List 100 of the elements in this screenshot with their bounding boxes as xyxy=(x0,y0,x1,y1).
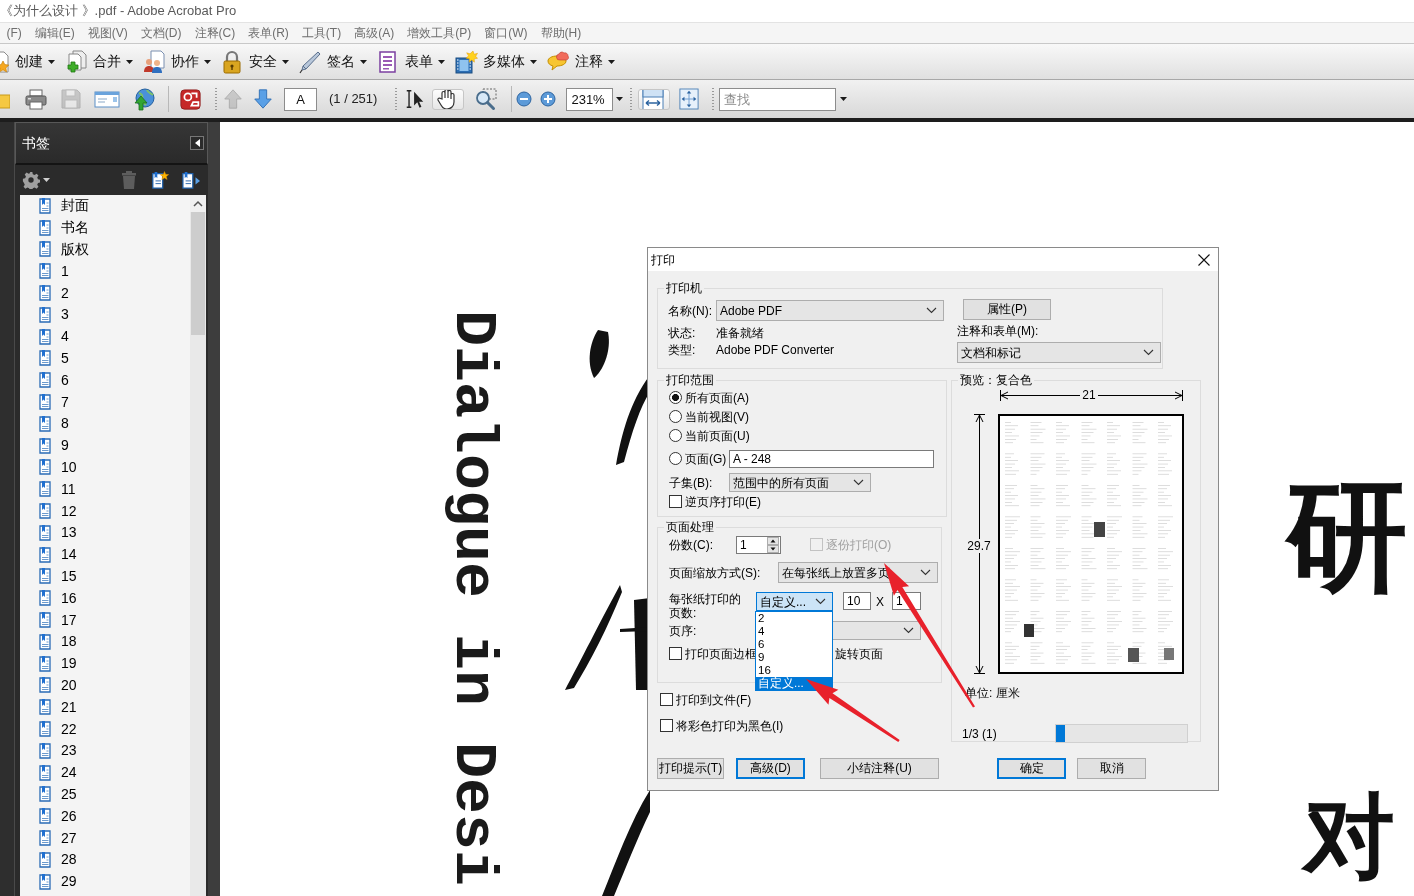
dropdown-option[interactable]: 2 xyxy=(756,612,832,625)
printer-select[interactable]: Adobe PDF xyxy=(716,300,944,321)
subset-select[interactable]: 范围中的所有页面 xyxy=(729,473,871,492)
bookmark-item[interactable]: 17 xyxy=(20,609,190,631)
bookmark-item[interactable]: 9 xyxy=(20,434,190,457)
bookmark-page-icon xyxy=(39,721,51,737)
radio-option[interactable]: 页面(G) xyxy=(669,449,729,468)
collaborate-menu-button[interactable]: 协作 xyxy=(142,46,211,77)
bookmark-item[interactable]: 3 xyxy=(20,304,190,326)
dropdown-option[interactable]: 9 xyxy=(756,651,832,664)
bookmark-item[interactable]: 4 xyxy=(20,325,190,348)
bookmark-item[interactable]: 16 xyxy=(20,587,190,610)
fit-width-button[interactable] xyxy=(638,88,671,110)
bookmark-item[interactable]: 2 xyxy=(20,282,190,304)
menu-item[interactable]: 编辑(E) xyxy=(28,24,82,42)
bookmark-item[interactable]: 12 xyxy=(20,500,190,522)
summarize-comments-button[interactable]: 小结注释(U) xyxy=(820,758,939,779)
new-bookmark-button[interactable] xyxy=(151,168,169,192)
menu-item[interactable]: 窗口(W) xyxy=(477,24,534,42)
bookmark-item[interactable]: 21 xyxy=(20,696,190,719)
checkbox-option[interactable]: 打印页面边框 xyxy=(669,644,757,663)
bookmark-item[interactable]: 11 xyxy=(20,478,190,501)
comments-forms-select[interactable]: 文档和标记 xyxy=(957,342,1161,363)
radio-button[interactable] xyxy=(669,410,682,423)
collapse-button[interactable] xyxy=(190,136,204,150)
dropdown-option[interactable]: 4 xyxy=(756,625,832,638)
hand-tool-button[interactable] xyxy=(432,88,465,110)
slider-thumb[interactable] xyxy=(1056,725,1065,742)
gear-icon xyxy=(22,171,40,189)
menu-item[interactable]: 帮助(H) xyxy=(534,24,588,42)
menu-item[interactable]: 表单(R) xyxy=(241,24,296,42)
copies-field[interactable]: 1 xyxy=(736,535,781,554)
print-tips-button[interactable]: 打印提示(T) xyxy=(657,758,724,779)
radio-option[interactable]: 当前页面(U) xyxy=(669,426,750,445)
menu-item[interactable]: 高级(A) xyxy=(347,24,401,42)
columns-field[interactable]: 10 xyxy=(843,592,871,610)
multimedia-menu-button[interactable]: 多媒体 xyxy=(454,46,537,77)
bookmark-item[interactable]: 28 xyxy=(20,848,190,871)
bookmark-item[interactable]: 23 xyxy=(20,739,190,762)
bookmark-item[interactable]: 22 xyxy=(20,718,190,740)
secure-menu-button[interactable]: 安全 xyxy=(220,46,289,77)
bookmark-item[interactable]: 14 xyxy=(20,543,190,566)
bookmark-item[interactable]: 26 xyxy=(20,805,190,828)
bookmark-item[interactable]: 13 xyxy=(20,521,190,544)
bookmark-item[interactable]: 18 xyxy=(20,630,190,653)
scrollbar-thumb[interactable] xyxy=(191,212,205,335)
zoom-field[interactable]: 231% xyxy=(566,87,614,111)
forms-menu-button[interactable]: 表单 xyxy=(376,46,445,77)
bookmark-item[interactable]: 29 xyxy=(20,870,190,893)
bookmark-item[interactable]: 10 xyxy=(20,456,190,479)
checkbox[interactable] xyxy=(660,693,673,706)
ok-button[interactable]: 确定 xyxy=(997,758,1066,779)
radio-option[interactable]: 所有页面(A) xyxy=(669,388,749,407)
create-menu-button[interactable]: 创建 xyxy=(0,46,55,77)
pages-per-sheet-select[interactable]: 自定义... xyxy=(756,592,833,611)
checkbox-option[interactable]: 逆页序打印(E) xyxy=(669,492,761,511)
bookmark-item[interactable]: 封面 xyxy=(20,195,190,217)
bookmark-item[interactable]: 7 xyxy=(20,391,190,413)
page-slider[interactable] xyxy=(1055,724,1188,743)
bookmark-item[interactable]: 6 xyxy=(20,369,190,392)
bookmark-item[interactable]: 25 xyxy=(20,783,190,806)
bookmark-item[interactable]: 5 xyxy=(20,347,190,370)
bookmark-item[interactable]: 8 xyxy=(20,412,190,435)
menu-item[interactable]: 增效工具(P) xyxy=(400,24,478,42)
bookmark-item[interactable]: 版权 xyxy=(20,238,190,261)
close-button[interactable] xyxy=(1198,253,1210,266)
dropdown-option[interactable]: 6 xyxy=(756,638,832,651)
bookmark-item[interactable]: 24 xyxy=(20,761,190,784)
cancel-button[interactable]: 取消 xyxy=(1077,758,1146,779)
checkbox-option[interactable]: 将彩色打印为黑色(I) xyxy=(660,716,784,735)
bookmark-item[interactable]: 19 xyxy=(20,652,190,675)
radio-option[interactable]: 当前视图(V) xyxy=(669,407,749,426)
radio-button[interactable] xyxy=(669,391,682,404)
dropdown-option[interactable]: 16 xyxy=(756,664,832,677)
sign-menu-button[interactable]: 签名 xyxy=(298,46,367,77)
menu-item[interactable]: (F) xyxy=(0,24,29,42)
bookmark-item[interactable]: 15 xyxy=(20,565,190,588)
checkbox[interactable] xyxy=(660,719,673,732)
bookmark-item[interactable]: 书名 xyxy=(20,216,190,239)
combine-menu-button[interactable]: 合并 xyxy=(64,46,133,77)
comment-menu-button[interactable]: 注释 xyxy=(546,46,615,77)
checkbox[interactable] xyxy=(669,495,682,508)
menu-item[interactable]: 文档(D) xyxy=(134,24,188,42)
checkbox[interactable] xyxy=(669,647,682,660)
bookmark-item[interactable]: 1 xyxy=(20,260,190,283)
bookmark-item[interactable]: 20 xyxy=(20,674,190,697)
page-number-field[interactable]: A xyxy=(284,87,317,111)
radio-button[interactable] xyxy=(669,429,682,442)
properties-button[interactable]: 属性(P) xyxy=(963,299,1051,320)
menu-item[interactable]: 视图(V) xyxy=(81,24,135,42)
page-range-field[interactable]: A - 248 xyxy=(729,449,934,468)
bookmark-item[interactable]: 27 xyxy=(20,827,190,849)
menu-item[interactable]: 工具(T) xyxy=(295,24,348,42)
menu-item[interactable]: 注释(C) xyxy=(188,24,242,42)
checkbox-option[interactable]: 打印到文件(F) xyxy=(660,690,752,709)
search-field[interactable]: 查找 xyxy=(719,87,837,111)
radio-button[interactable] xyxy=(669,452,682,465)
scroll-up-button[interactable] xyxy=(190,195,206,212)
group-label: 预览：复合色 xyxy=(958,372,1034,388)
advanced-button[interactable]: 高级(D) xyxy=(736,758,805,779)
